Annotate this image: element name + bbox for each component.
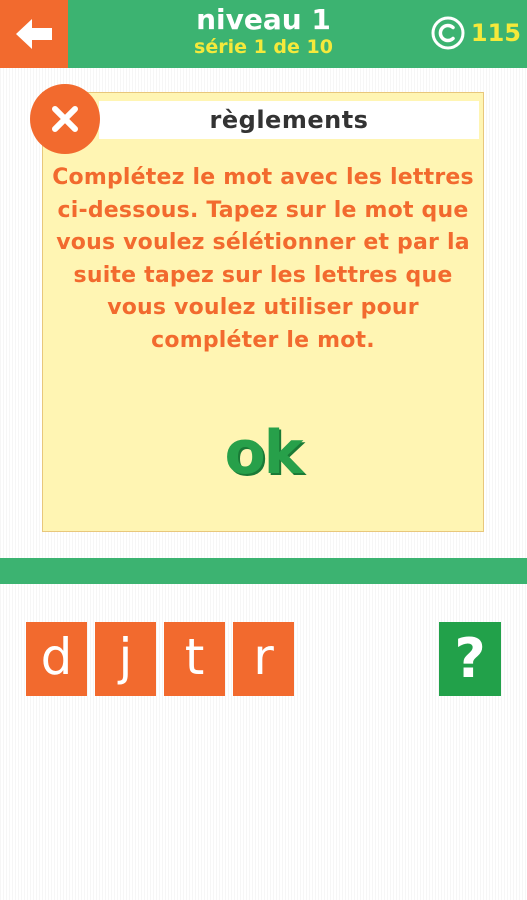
top-bar: niveau 1 série 1 de 10 115 [0,0,527,68]
letter-tile[interactable]: r [233,622,294,696]
ok-button[interactable]: ok [213,418,313,488]
back-button[interactable] [0,0,68,68]
word-area-band [0,558,527,584]
level-info: niveau 1 série 1 de 10 [150,3,377,59]
level-title: niveau 1 [196,3,331,36]
close-x-icon [52,106,78,132]
coin-counter: 115 [431,14,521,52]
letter-tile[interactable]: t [164,622,225,696]
coin-c-icon [431,16,465,50]
hint-button[interactable]: ? [439,622,501,696]
rules-text: Complétez le mot avec les lettres ci-des… [52,165,474,353]
close-button[interactable] [30,84,100,154]
letter-tile[interactable]: j [95,622,156,696]
coin-count: 115 [470,19,521,47]
rules-title: règlements [209,106,369,134]
arrow-left-icon [16,19,52,49]
letter-tile[interactable]: d [26,622,87,696]
rules-title-bar: règlements [99,101,479,139]
series-subtitle: série 1 de 10 [194,36,333,58]
